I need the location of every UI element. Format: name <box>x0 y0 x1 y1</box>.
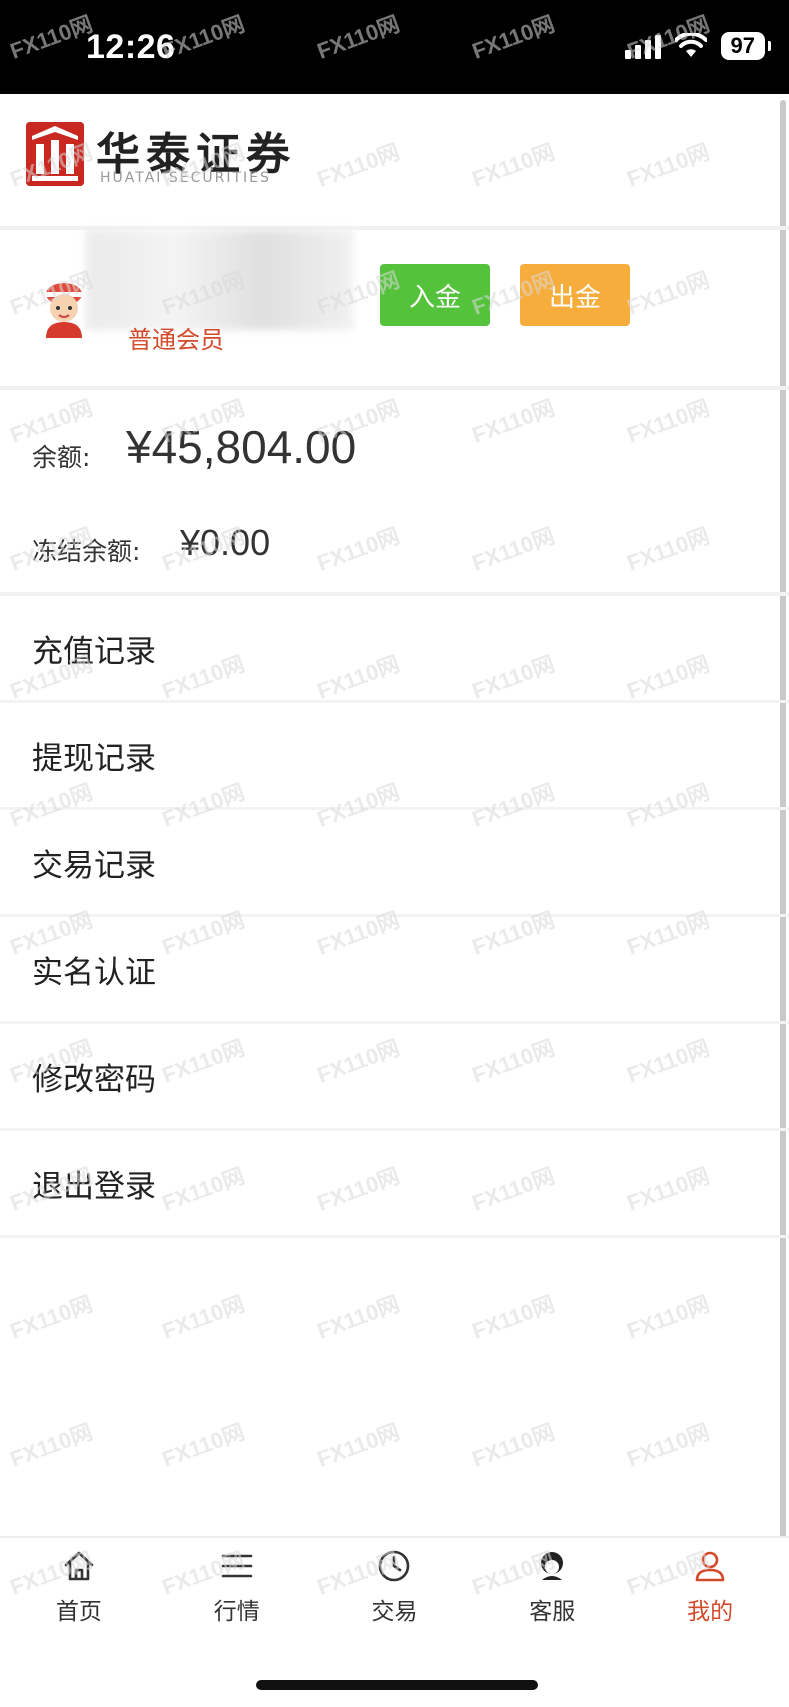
battery-indicator: 97 <box>720 32 772 60</box>
member-level: 普通会员 <box>128 326 224 354</box>
withdraw-button[interactable]: 出金 <box>520 264 630 326</box>
member-card: 普通会员 入金 出金 <box>0 230 789 390</box>
balance-value: ¥45,804.00 <box>126 421 357 473</box>
list-icon <box>221 1554 252 1578</box>
tab-support-label: 客服 <box>529 1599 576 1625</box>
tab-home[interactable]: 首页 <box>0 1538 158 1636</box>
frozen-balance-value: ¥0.00 <box>180 522 271 563</box>
watermark-text: FX110网 <box>158 1419 248 1472</box>
username-redacted <box>86 230 354 330</box>
support-icon <box>541 1552 564 1580</box>
clock-icon <box>379 1550 410 1582</box>
watermark-text: FX110网 <box>6 1291 96 1344</box>
watermark-text: FX110网 <box>313 1419 403 1472</box>
tab-home-label: 首页 <box>55 1599 102 1625</box>
menu-item-change-password[interactable]: 修改密码 <box>0 1024 789 1131</box>
menu-item-trade-records[interactable]: 交易记录 <box>0 810 789 917</box>
tab-trade-label: 交易 <box>371 1599 418 1625</box>
status-bar: 12:26 97 <box>0 0 789 94</box>
menu-item-logout[interactable]: 退出登录 <box>0 1131 789 1238</box>
menu-item-withdraw-records[interactable]: 提现记录 <box>0 703 789 810</box>
status-icons: 97 <box>624 32 772 60</box>
avatar <box>46 283 82 338</box>
signal-icon <box>624 33 661 59</box>
tab-market-label: 行情 <box>213 1599 260 1625</box>
wifi-icon <box>674 33 707 57</box>
watermark-text: FX110网 <box>6 1419 96 1472</box>
menu-item-real-name-auth[interactable]: 实名认证 <box>0 917 789 1024</box>
app-header: 华泰证券 HUATAI SECURITIES <box>0 94 789 230</box>
watermark-text: FX110网 <box>468 1291 558 1344</box>
tab-mine[interactable]: 我的 <box>631 1538 789 1636</box>
home-indicator[interactable] <box>256 1680 538 1690</box>
watermark-text: FX110网 <box>623 1419 713 1472</box>
watermark-text: FX110网 <box>158 1291 248 1344</box>
tab-market[interactable]: 行情 <box>158 1538 316 1636</box>
balance-section: 余额: ¥45,804.00 冻结余额: ¥0.00 <box>0 390 789 596</box>
watermark-text: FX110网 <box>313 1291 403 1344</box>
tab-support[interactable]: 客服 <box>473 1538 631 1636</box>
frozen-balance-label: 冻结余额: <box>32 537 141 566</box>
deposit-button[interactable]: 入金 <box>380 264 490 326</box>
balance-label: 余额: <box>32 443 91 472</box>
tab-mine-label: 我的 <box>687 1599 734 1625</box>
watermark-text: FX110网 <box>623 1291 713 1344</box>
watermark-text: FX110网 <box>468 1419 558 1472</box>
bottom-tab-bar: 首页 行情 交易 客服 我的 <box>0 1536 789 1636</box>
account-menu: 充值记录 提现记录 交易记录 实名认证 修改密码 退出登录 <box>0 596 789 1238</box>
status-time: 12:26 <box>86 28 176 66</box>
home-icon <box>64 1551 94 1581</box>
tab-trade[interactable]: 交易 <box>316 1538 474 1636</box>
brand-name-en: HUATAI SECURITIES <box>100 170 271 186</box>
menu-item-recharge-records[interactable]: 充值记录 <box>0 596 789 703</box>
huatai-logo-icon <box>26 122 84 186</box>
user-icon <box>695 1551 725 1582</box>
